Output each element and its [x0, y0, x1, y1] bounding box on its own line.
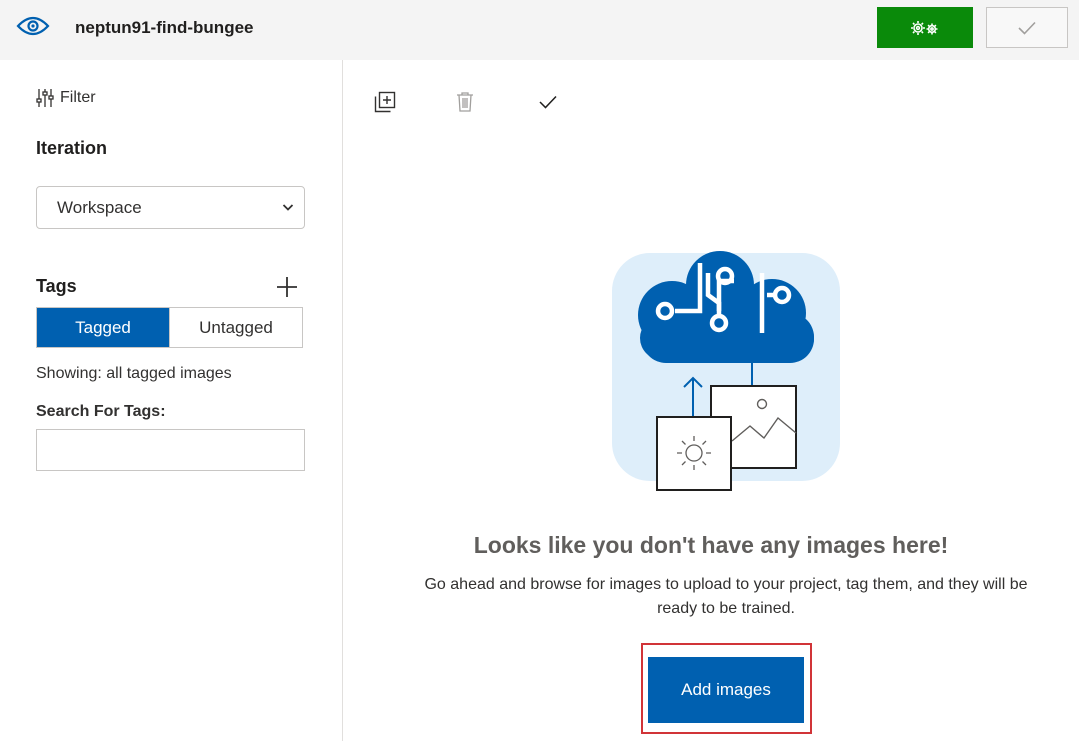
tag-filter-toggle: Tagged Untagged — [36, 307, 303, 348]
iteration-select-value: Workspace — [57, 197, 142, 217]
untagged-toggle-option[interactable]: Untagged — [169, 308, 302, 347]
iteration-label: Iteration — [36, 138, 108, 158]
train-button[interactable] — [877, 7, 973, 48]
select-checkmark-icon — [539, 95, 557, 109]
eye-icon[interactable] — [16, 12, 50, 42]
empty-state-title: Looks like you don't have any images her… — [473, 532, 949, 558]
project-title: neptun91-find-bungee — [75, 18, 254, 37]
top-header: neptun91-find-bungee — [0, 0, 1079, 60]
add-images-button[interactable]: Add images — [648, 657, 804, 723]
showing-status-text: Showing: all tagged images — [36, 365, 232, 382]
filter-label: Filter — [60, 89, 96, 106]
add-images-toolbar-button[interactable] — [373, 90, 397, 114]
select-toolbar-button[interactable] — [536, 90, 560, 114]
iteration-select[interactable]: Workspace — [36, 186, 305, 229]
search-tags-label: Search For Tags: — [36, 403, 166, 420]
checkmark-icon — [1018, 21, 1036, 35]
sidebar: Filter Iteration Workspace Tags Tagged U… — [0, 60, 343, 741]
tags-label: Tags — [36, 276, 77, 296]
add-images-icon — [374, 91, 396, 113]
filter-button[interactable]: Filter — [36, 88, 96, 108]
search-tags-input[interactable] — [36, 429, 305, 471]
tagged-toggle-option[interactable]: Tagged — [37, 308, 169, 347]
filter-sliders-icon — [36, 89, 54, 107]
delete-icon — [457, 92, 473, 112]
empty-state-description: Go ahead and browse for images to upload… — [424, 576, 1028, 617]
gears-icon — [911, 20, 938, 35]
add-tag-plus-icon[interactable] — [275, 275, 299, 299]
quick-test-button[interactable] — [986, 7, 1068, 48]
delete-toolbar-button[interactable] — [453, 90, 477, 114]
empty-state-illustration — [612, 251, 840, 491]
chevron-down-icon — [282, 204, 294, 211]
